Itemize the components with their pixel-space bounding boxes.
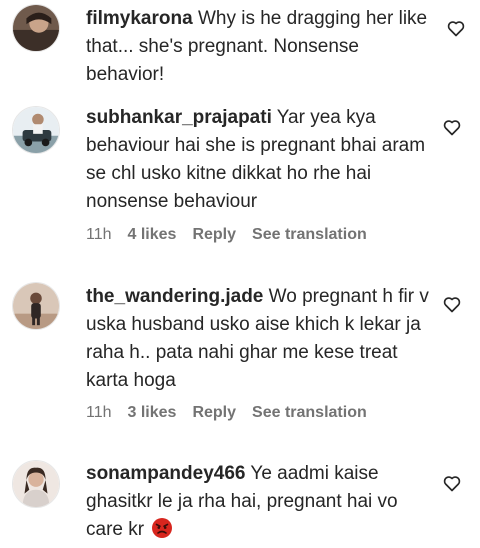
- heart-icon: [443, 297, 461, 313]
- see-translation-button[interactable]: See translation: [252, 226, 367, 244]
- comment-timestamp: 11h: [86, 404, 112, 421]
- comment-username[interactable]: sonampandey466: [86, 463, 245, 484]
- comment-text-block: sonampandey466 Ye aadmi kaise ghasitkr l…: [86, 460, 432, 544]
- avatar[interactable]: [12, 106, 60, 154]
- heart-icon: [447, 21, 465, 37]
- avatar[interactable]: [12, 282, 60, 330]
- like-button[interactable]: [442, 117, 462, 137]
- comment-text-block: the_wandering.jade Wo pregnant h fir v u…: [86, 283, 432, 395]
- comment-meta: 11h 3 likes Reply See translation: [86, 402, 367, 424]
- like-button[interactable]: [446, 18, 466, 38]
- reply-button[interactable]: Reply: [192, 404, 236, 422]
- comment-text-block: filmykarona Why is he dragging her like …: [86, 5, 432, 89]
- avatar[interactable]: [12, 460, 60, 508]
- likes-count[interactable]: 4 likes: [128, 226, 177, 244]
- angry-face-emoji: [151, 517, 173, 539]
- heart-icon: [443, 476, 461, 492]
- likes-count[interactable]: 3 likes: [128, 404, 177, 422]
- like-button[interactable]: [442, 294, 462, 314]
- like-button[interactable]: [442, 473, 462, 493]
- comment-text-block: subhankar_prajapati Yar yea kya behaviou…: [86, 104, 432, 216]
- comments-list: filmykarona Why is he dragging her like …: [0, 0, 480, 540]
- comment-username[interactable]: subhankar_prajapati: [86, 107, 272, 128]
- comment-timestamp: 11h: [86, 226, 112, 243]
- comment-meta: 11h 4 likes Reply See translation: [86, 224, 367, 246]
- comment-username[interactable]: filmykarona: [86, 8, 193, 29]
- see-translation-button[interactable]: See translation: [252, 404, 367, 422]
- reply-button[interactable]: Reply: [192, 226, 236, 244]
- avatar[interactable]: [12, 4, 60, 52]
- heart-icon: [443, 120, 461, 136]
- comment-username[interactable]: the_wandering.jade: [86, 286, 263, 307]
